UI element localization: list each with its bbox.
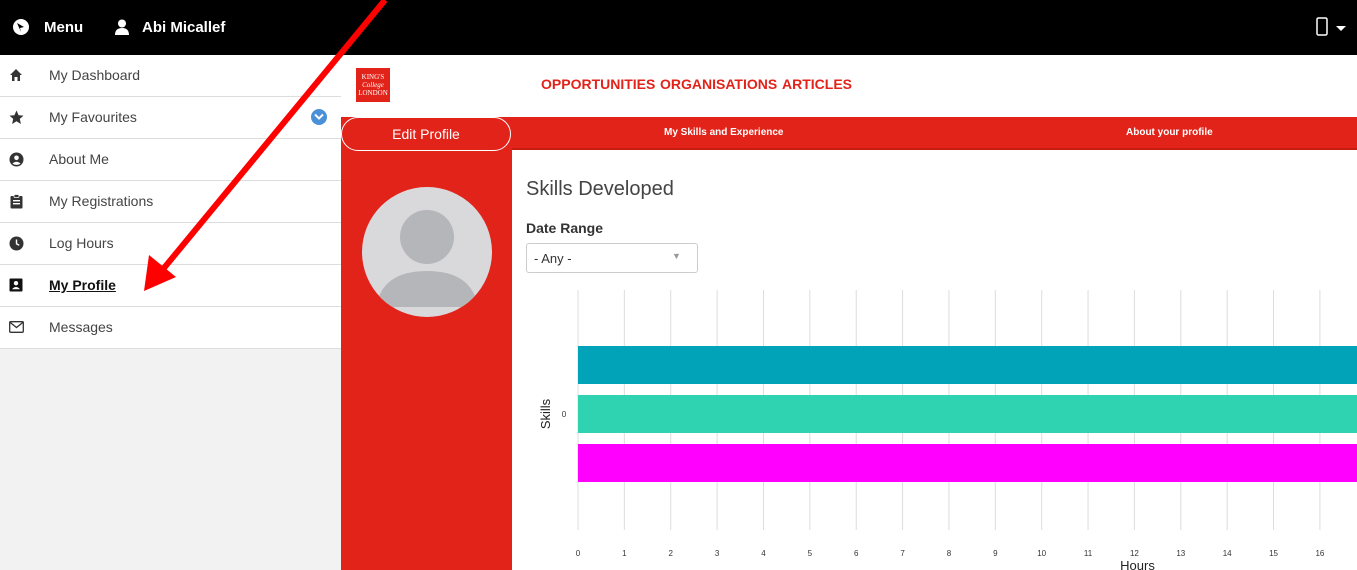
tab-divider (512, 148, 1357, 150)
star-icon (8, 109, 24, 125)
id-card-icon (8, 277, 24, 293)
device-menu-button[interactable] (1316, 17, 1352, 37)
sidebar-item-label: My Registrations (49, 193, 154, 209)
sidebar-item-label: My Favourites (49, 109, 137, 125)
x-tick-label: 10 (1037, 549, 1046, 558)
user-icon (115, 19, 129, 35)
sidebar-item-about-me[interactable]: About Me (0, 139, 341, 181)
x-tick-label: 14 (1223, 549, 1232, 558)
app-logo-icon[interactable] (13, 19, 29, 35)
sidebar-item-label: My Profile (49, 277, 116, 293)
logo-line-1: KING'S (361, 73, 385, 81)
sidebar-item-messages[interactable]: Messages (0, 307, 341, 349)
x-tick-label: 16 (1315, 549, 1324, 558)
x-tick-label: 11 (1084, 549, 1093, 558)
user-name-link[interactable]: Abi Micallef (142, 0, 225, 55)
x-tick-label: 3 (715, 549, 720, 558)
x-tick-label: 12 (1130, 549, 1139, 558)
nav-opportunities[interactable]: OPPORTUNITIES (541, 76, 655, 92)
nav-articles[interactable]: ARTICLES (782, 76, 852, 92)
sidebar-item-label: Messages (49, 319, 113, 335)
x-tick-label: 13 (1176, 549, 1185, 558)
x-tick-label: 5 (808, 549, 813, 558)
sidebar-item-my-registrations[interactable]: My Registrations (0, 181, 341, 223)
avatar (362, 187, 492, 317)
x-axis-label: Hours (1120, 558, 1155, 570)
x-tick-label: 15 (1269, 549, 1278, 558)
sidebar-item-my-dashboard[interactable]: My Dashboard (0, 55, 341, 97)
sidebar-item-my-profile[interactable]: My Profile (0, 265, 341, 307)
skills-chart: 0 1 2 3 4 5 6 7 8 9 10 11 12 13 14 15 160SkillsHours (538, 290, 1357, 570)
tab-my-skills-and-experience[interactable]: My Skills and Experience (664, 127, 784, 138)
x-tick-label: 6 (854, 549, 859, 558)
tab-about-your-profile[interactable]: About your profile (1126, 127, 1213, 138)
y-tick-label: 0 (562, 410, 567, 419)
x-tick-label: 9 (993, 549, 998, 558)
date-range-label: Date Range (526, 220, 604, 236)
edit-profile-button[interactable]: Edit Profile (341, 117, 511, 151)
chevron-down-icon[interactable] (311, 109, 327, 125)
sidebar-item-log-hours[interactable]: Log Hours (0, 223, 341, 265)
x-tick-label: 1 (622, 549, 627, 558)
section-title: Skills Developed (526, 178, 674, 200)
user-circle-icon (8, 151, 24, 167)
nav-organisations[interactable]: ORGANISATIONS (660, 76, 777, 92)
skill-bar (578, 346, 1357, 384)
date-range-select[interactable]: - Any - ▼ (526, 243, 698, 273)
kings-college-logo[interactable]: KING'S College LONDON (356, 68, 390, 102)
x-tick-label: 7 (900, 549, 905, 558)
profile-tabs: My Skills and Experience About your prof… (512, 117, 1357, 148)
skill-bar (578, 444, 1357, 482)
sidebar-item-my-favourites[interactable]: My Favourites (0, 97, 341, 139)
logo-line-3: LONDON (358, 89, 388, 97)
envelope-icon (8, 319, 24, 335)
profile-sidebar (341, 117, 512, 570)
x-tick-label: 4 (761, 549, 766, 558)
logo-line-2: College (362, 81, 384, 89)
sidebar-item-label: Log Hours (49, 235, 114, 251)
home-icon (8, 67, 24, 83)
sidebar-item-label: My Dashboard (49, 67, 141, 83)
clipboard-icon (8, 193, 24, 209)
caret-down-icon: ▼ (672, 251, 681, 261)
x-tick-label: 0 (576, 549, 581, 558)
top-bar: Menu Abi Micallef (0, 0, 1357, 55)
menu-button[interactable]: Menu (44, 0, 83, 55)
y-axis-label: Skills (538, 398, 553, 429)
site-header: KING'S College LONDON OPPORTUNITIES ORGA… (341, 55, 1357, 117)
sidebar-nav: My Dashboard My Favourites About Me My R… (0, 55, 341, 349)
x-tick-label: 2 (669, 549, 674, 558)
clock-icon (8, 235, 24, 251)
x-tick-label: 8 (947, 549, 952, 558)
sidebar: My Dashboard My Favourites About Me My R… (0, 55, 341, 570)
date-range-value: - Any - (534, 251, 572, 266)
skill-bar (578, 395, 1357, 433)
sidebar-item-label: About Me (49, 151, 109, 167)
